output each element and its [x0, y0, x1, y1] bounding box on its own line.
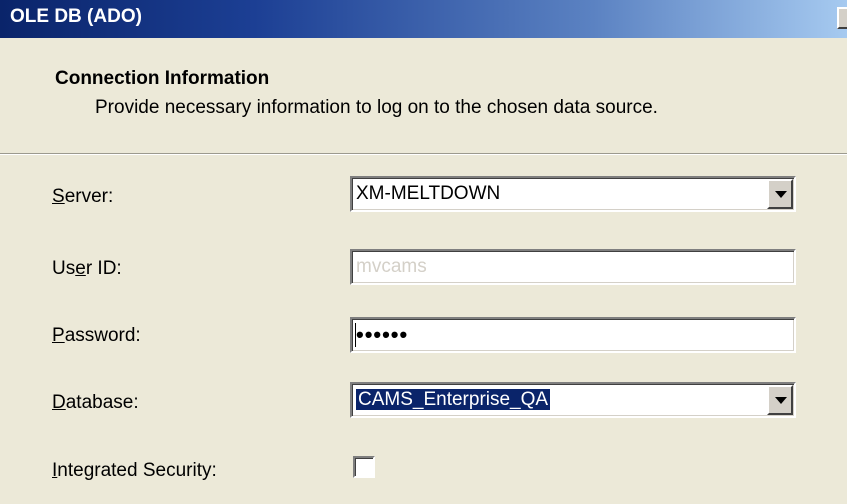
database-value: CAMS_Enterprise_QA: [356, 389, 551, 410]
form-body: Server: XM-MELTDOWN User ID: mvcams Pass…: [0, 155, 847, 504]
database-label: Database:: [52, 392, 139, 413]
server-dropdown-arrow-icon[interactable]: [767, 179, 793, 209]
user-id-field[interactable]: mvcams: [350, 249, 796, 285]
header-description: Provide necessary information to log on …: [95, 97, 658, 118]
window-title: OLE DB (ADO): [10, 6, 142, 27]
ole-db-dialog: OLE DB (ADO) Connection Information Prov…: [0, 0, 847, 504]
title-bar-button[interactable]: [837, 7, 847, 29]
integrated-security-checkbox[interactable]: [353, 456, 375, 478]
password-field[interactable]: ••••••: [350, 317, 796, 353]
dialog-header: Connection Information Provide necessary…: [0, 38, 847, 154]
header-title: Connection Information: [55, 68, 270, 89]
server-value: XM-MELTDOWN: [356, 183, 501, 204]
database-dropdown-arrow-icon[interactable]: [767, 385, 793, 415]
server-label: Server:: [52, 186, 114, 207]
server-combobox[interactable]: XM-MELTDOWN: [350, 176, 796, 212]
integrated-security-label: Integrated Security:: [52, 460, 217, 481]
password-value: ••••••: [356, 322, 409, 347]
database-combobox[interactable]: CAMS_Enterprise_QA: [350, 382, 796, 418]
title-bar[interactable]: OLE DB (ADO): [0, 0, 847, 38]
password-label: Password:: [52, 325, 141, 346]
user-id-value: mvcams: [356, 256, 427, 277]
user-id-label: User ID:: [52, 258, 122, 279]
